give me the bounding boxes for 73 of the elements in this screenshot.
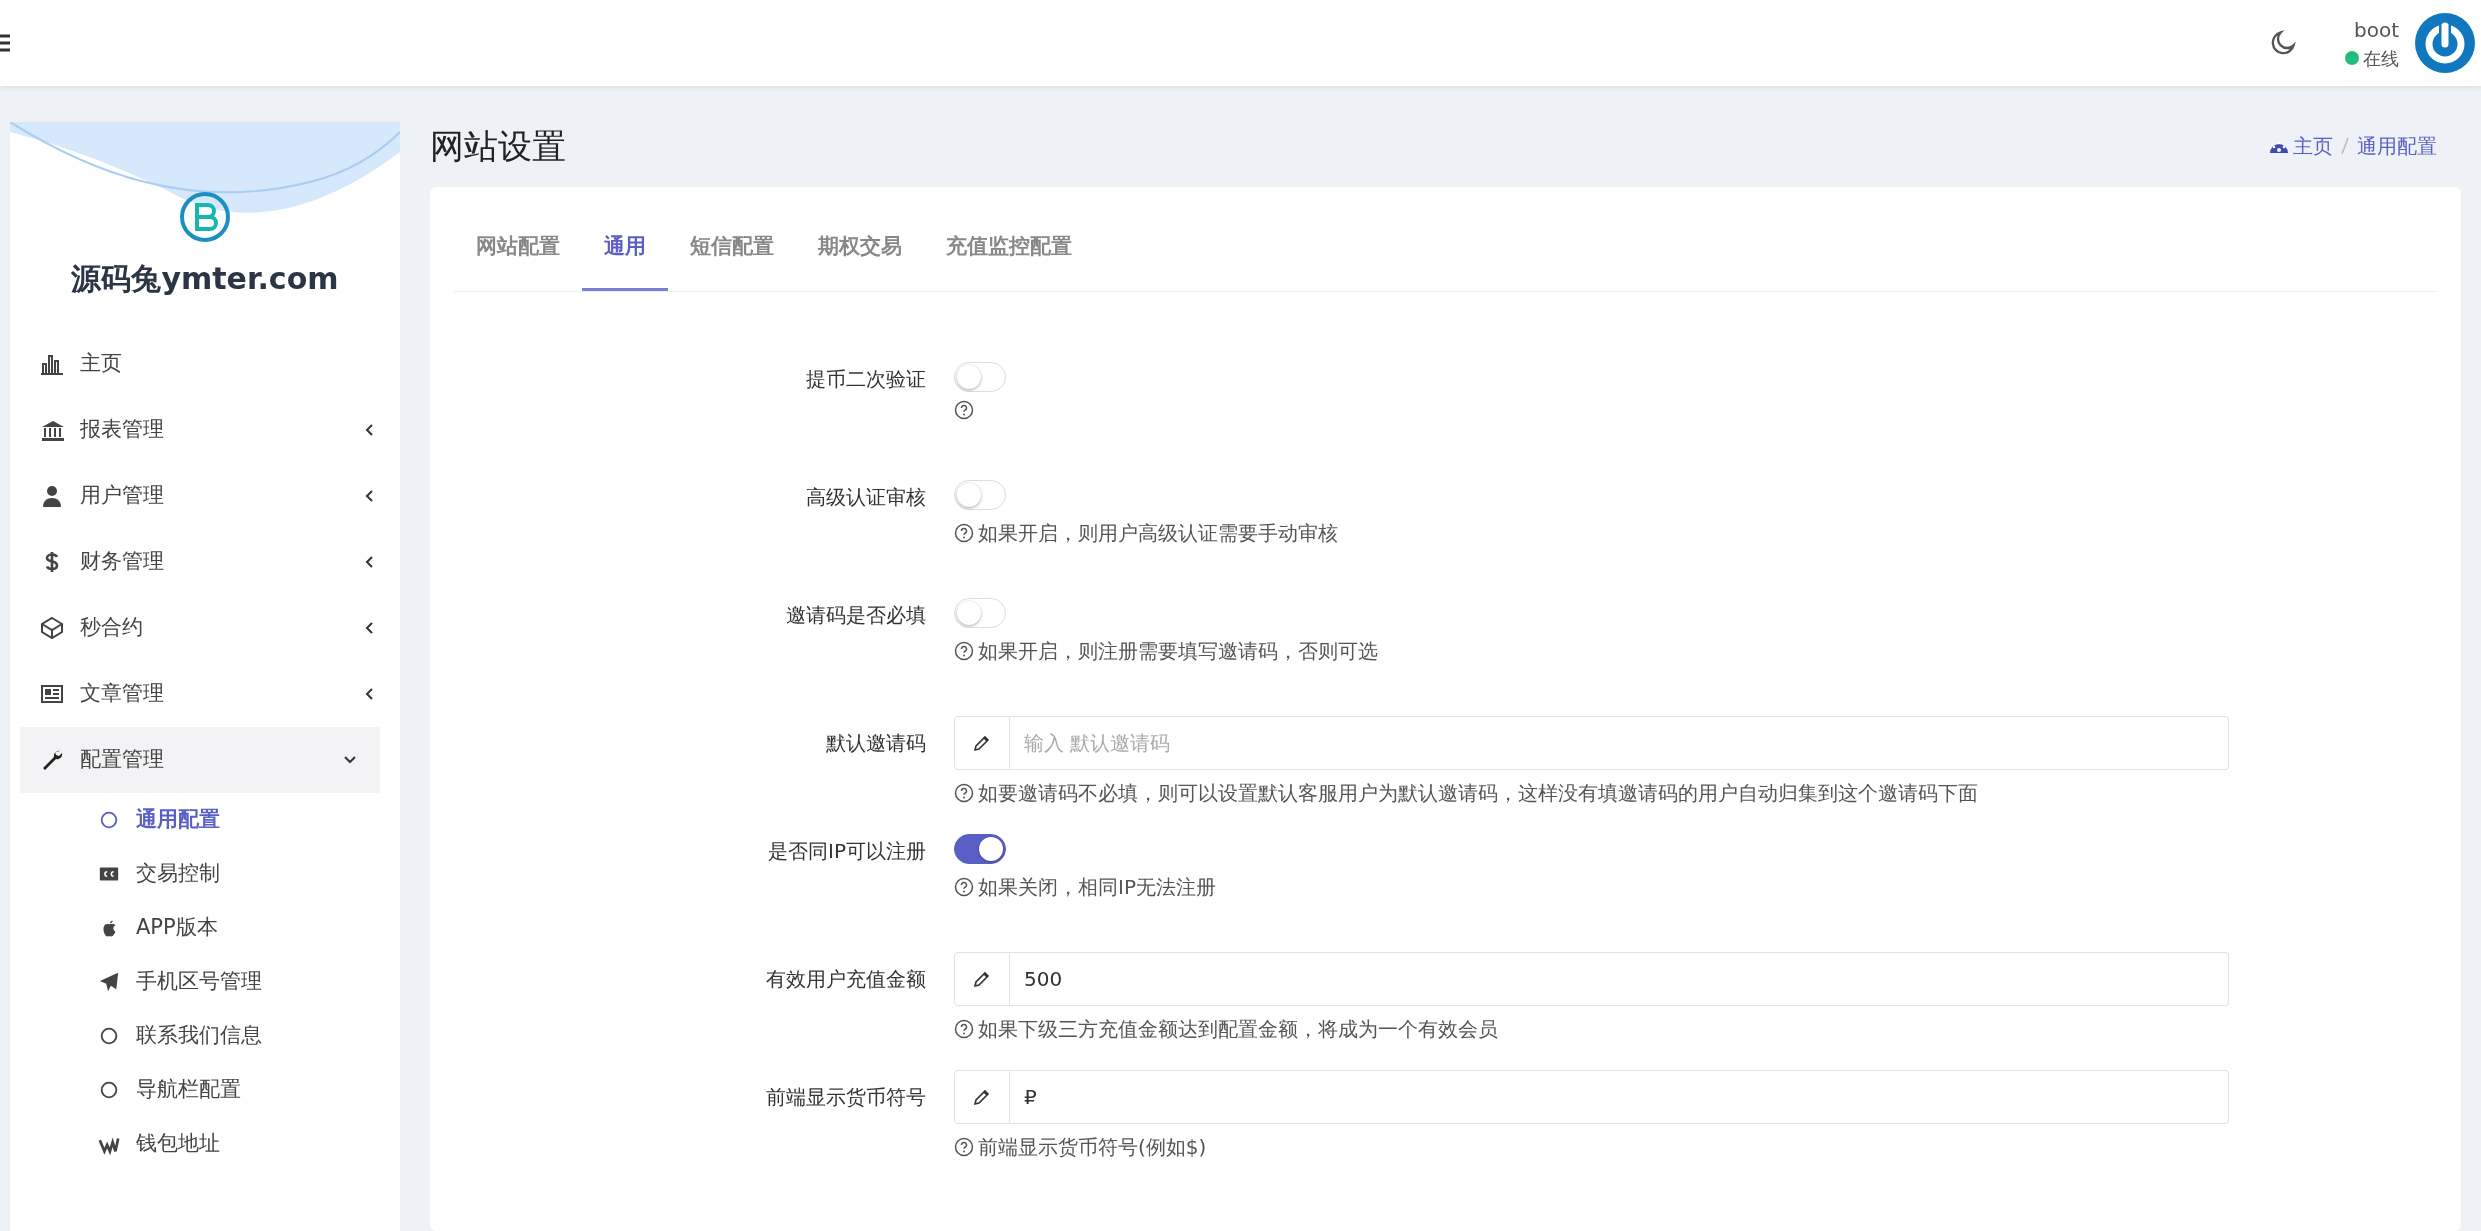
- sidebar-subitem[interactable]: 导航栏配置: [10, 1063, 400, 1117]
- text-input-field[interactable]: 500: [1010, 952, 2229, 1007]
- caret-icon: [364, 688, 376, 700]
- bar-chart-icon: [40, 352, 64, 376]
- sidebar-item[interactable]: 主页: [10, 331, 400, 397]
- sidebar-item[interactable]: 用户管理: [10, 463, 400, 529]
- pencil-icon: [973, 970, 991, 989]
- sidebar-item[interactable]: 报表管理: [10, 397, 400, 463]
- moon-icon[interactable]: [2269, 29, 2297, 57]
- pencil-icon: [973, 734, 991, 753]
- breadcrumb-link[interactable]: 主页: [2293, 131, 2333, 162]
- help-text: 如果下级三方充值金额达到配置金额，将成为一个有效会员: [978, 1016, 1498, 1044]
- tab[interactable]: 短信配置: [668, 206, 796, 292]
- caret-icon: [364, 490, 376, 502]
- help-icon: [954, 1019, 974, 1040]
- user-icon: [40, 484, 64, 508]
- help-text: 如果开启，则用户高级认证需要手动审核: [978, 520, 1338, 548]
- circle-icon: [98, 1079, 120, 1101]
- online-status: 在线: [2363, 46, 2399, 71]
- newspaper-icon: [40, 682, 64, 706]
- field-label: 默认邀请码: [826, 731, 926, 756]
- help-icon: [954, 641, 974, 662]
- field-label: 提币二次验证: [806, 367, 926, 392]
- tab[interactable]: 期权交易: [796, 206, 924, 292]
- tab[interactable]: 网站配置: [454, 206, 582, 292]
- circle-icon: [98, 1025, 120, 1047]
- field-label: 有效用户充值金额: [766, 967, 926, 992]
- paper-plane-icon: [98, 971, 120, 993]
- field-label: 是否同IP可以注册: [768, 839, 926, 864]
- help-text: 如果开启，则注册需要填写邀请码，否则可选: [978, 638, 1378, 666]
- caret-icon: [364, 556, 376, 568]
- page-title: 网站设置: [430, 126, 566, 167]
- help-icon: [954, 783, 974, 804]
- sidebar-item[interactable]: 文章管理: [10, 661, 400, 727]
- tab[interactable]: 通用: [582, 206, 668, 292]
- caret-icon: [364, 622, 376, 634]
- brand-name: 源码兔ymter.com: [71, 260, 339, 298]
- help-text: 如果关闭，相同IP无法注册: [978, 874, 1216, 902]
- sidebar-subitem[interactable]: 通用配置: [10, 793, 400, 847]
- text-input-field[interactable]: ₽: [1010, 1070, 2229, 1125]
- online-dot: [2345, 51, 2359, 65]
- field-label: 邀请码是否必填: [786, 603, 926, 628]
- help-text: 如要邀请码不必填，则可以设置默认客服用户为默认邀请码，这样没有填邀请码的用户自动归集到这个邀请码下面: [978, 780, 1978, 808]
- sidebar-item[interactable]: 财务管理: [10, 529, 400, 595]
- sidebar-item[interactable]: 秒合约: [10, 595, 400, 661]
- cube-icon: [40, 616, 64, 640]
- help-icon: [954, 1137, 974, 1158]
- help-icon: [954, 400, 974, 421]
- bank-icon: [40, 418, 64, 442]
- help-icon: [954, 523, 974, 544]
- sidebar-item[interactable]: 配置管理: [20, 727, 380, 793]
- toggle-switch[interactable]: [954, 834, 1006, 865]
- sidebar-subitem[interactable]: 手机区号管理: [10, 955, 400, 1009]
- tab[interactable]: 充值监控配置: [924, 206, 1094, 292]
- field-label: 前端显示货币符号: [766, 1085, 926, 1110]
- sidebar-subitem[interactable]: 交易控制: [10, 847, 400, 901]
- power-avatar-icon[interactable]: [2415, 13, 2475, 73]
- sidebar-subitem[interactable]: 联系我们信息: [10, 1009, 400, 1063]
- sidebar-subitem[interactable]: APP版本: [10, 901, 400, 955]
- breadcrumb-link[interactable]: 通用配置: [2357, 131, 2437, 162]
- user-name: boot: [2354, 16, 2399, 44]
- text-input-field[interactable]: 输入 默认邀请码: [1010, 716, 2229, 771]
- menu-icon[interactable]: [0, 34, 10, 52]
- caret-icon: [364, 424, 376, 436]
- caret-icon: [344, 754, 356, 766]
- help-icon: [954, 877, 974, 898]
- circle-icon: [98, 809, 120, 831]
- help-text: 前端显示货币符号(例如$): [978, 1134, 1207, 1162]
- sidebar-subitem[interactable]: 钱包地址: [10, 1117, 400, 1171]
- pencil-icon: [973, 1088, 991, 1107]
- breadcrumb-separator: [2341, 137, 2349, 156]
- logo-icon: [180, 192, 230, 242]
- field-label: 高级认证审核: [806, 485, 926, 510]
